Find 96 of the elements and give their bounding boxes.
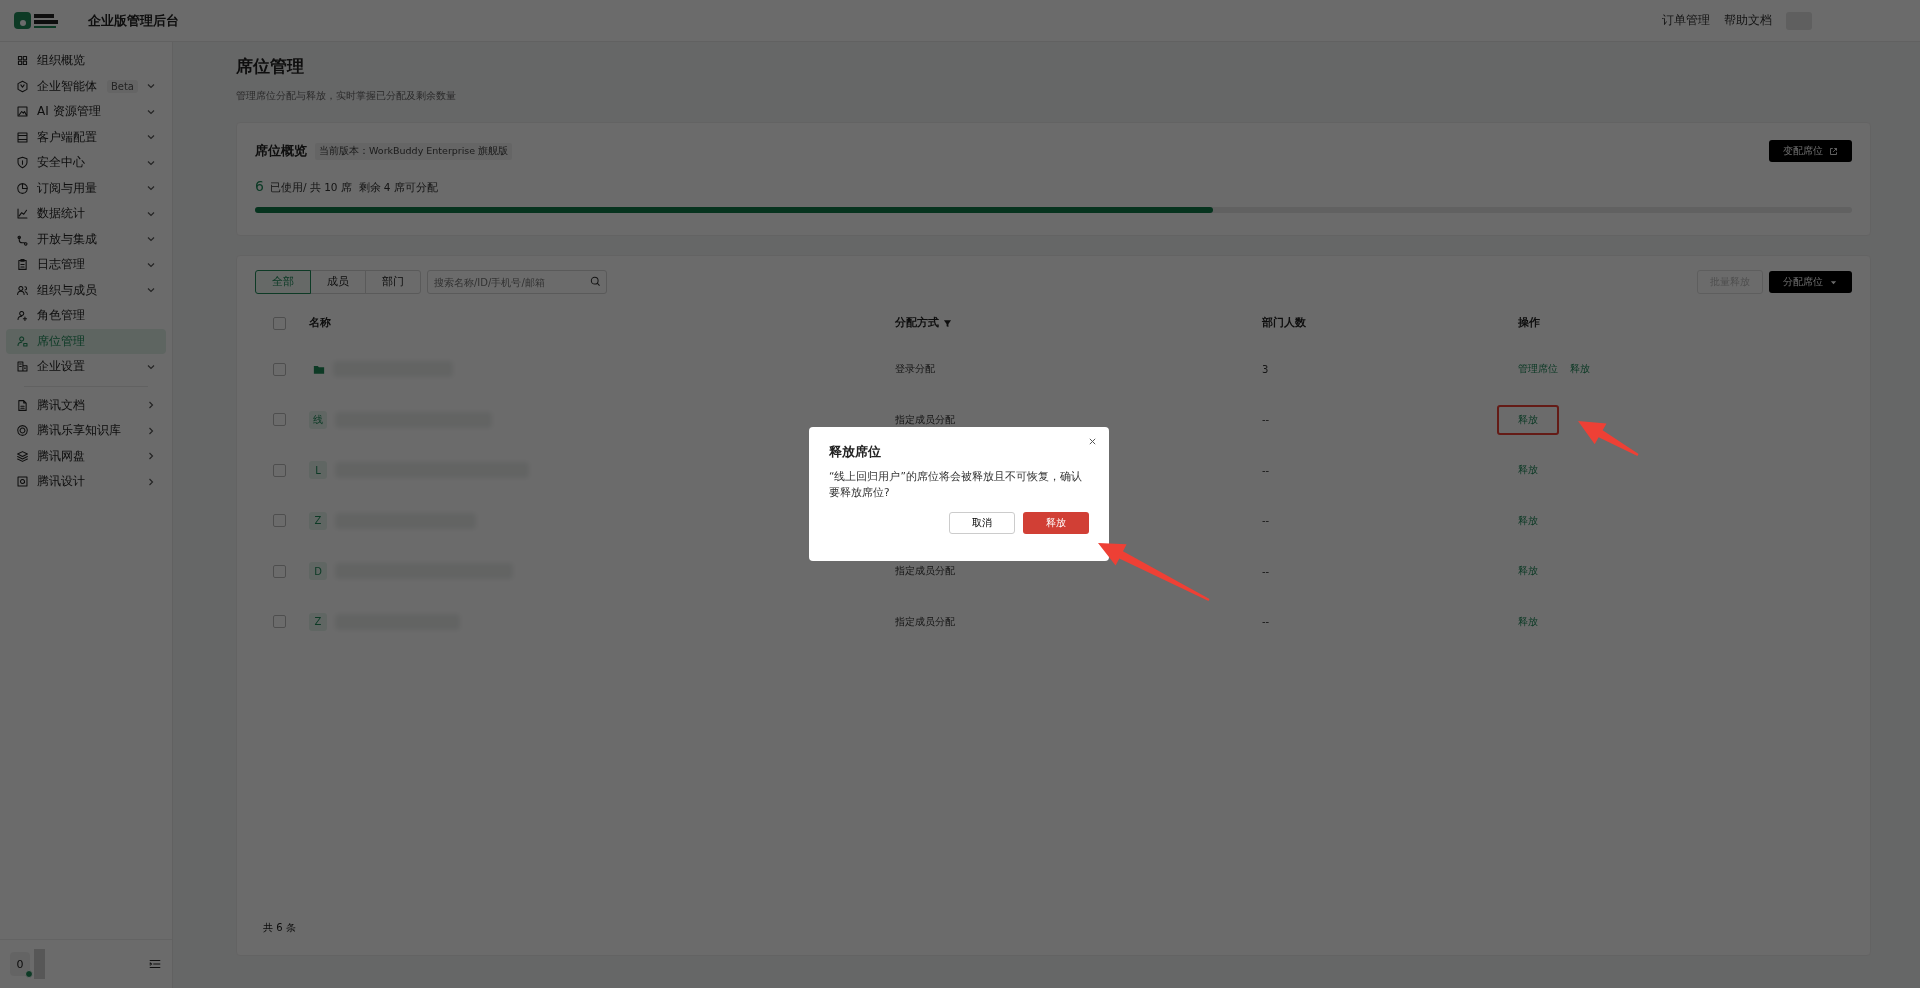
checkbox[interactable] — [272, 316, 286, 330]
sidebar-item[interactable]: AI 资源管理 — [6, 99, 166, 125]
table-cell: -- — [1262, 565, 1270, 577]
hexagon-icon — [16, 79, 29, 93]
dialog-message: “线上回归用户”的席位将会被释放且不可恢复，确认要释放席位? — [829, 469, 1083, 500]
at-sign-icon — [16, 475, 29, 489]
sidebar-item[interactable]: 腾讯网盘 — [6, 443, 166, 469]
filter-icon[interactable] — [943, 318, 952, 328]
column-header: 操作 — [1518, 316, 1540, 330]
users-icon — [16, 283, 29, 297]
table-cell: -- — [1262, 616, 1270, 628]
table-cell: 指定成员分配 — [895, 412, 955, 427]
table-cell: -- — [1262, 464, 1270, 476]
sidebar-item[interactable]: 安全中心 — [6, 150, 166, 176]
checkbox[interactable] — [272, 564, 286, 578]
sidebar-item[interactable]: 企业智能体 Beta — [6, 73, 166, 99]
external-link-icon — [1829, 146, 1838, 156]
column-header: 名称 — [309, 316, 331, 330]
checkbox[interactable] — [272, 463, 286, 477]
sidebar-item[interactable]: 席位管理 — [6, 328, 166, 354]
close-icon[interactable] — [1088, 437, 1097, 446]
action-link[interactable]: 释放 — [1518, 514, 1538, 526]
menu-icon[interactable] — [148, 957, 162, 971]
folder-icon — [313, 363, 325, 375]
name-avatar: D — [309, 562, 327, 581]
action-link[interactable]: 释放 — [1497, 404, 1559, 435]
window-icon — [16, 130, 29, 144]
chart-icon — [16, 207, 29, 221]
dialog-title: 释放席位 — [829, 443, 882, 461]
change-seats-button[interactable]: 变配席位 — [1769, 140, 1852, 162]
column-header: 部门人数 — [1262, 316, 1306, 330]
sidebar-item[interactable]: 角色管理 — [6, 303, 166, 329]
checkbox[interactable] — [272, 615, 286, 629]
filter-tab[interactable]: 全部 — [255, 270, 311, 294]
chevron-right-icon — [146, 451, 156, 462]
sidebar-item[interactable]: 腾讯乐享知识库 — [6, 418, 166, 444]
checkbox[interactable] — [272, 514, 286, 528]
action-link[interactable]: 释放 — [1518, 464, 1538, 476]
sidebar-item[interactable]: 腾讯文档 — [6, 392, 166, 418]
sidebar-item[interactable]: 组织概览 — [6, 48, 166, 74]
total-count: 共 6 条 — [263, 922, 296, 933]
name-avatar: Z — [309, 511, 327, 530]
cancel-button[interactable]: 取消 — [949, 512, 1015, 534]
header-link[interactable]: 帮助文档 — [1724, 12, 1772, 29]
user-seat-icon — [16, 334, 29, 348]
layers-icon — [16, 449, 29, 463]
table-cell: 指定成员分配 — [895, 614, 955, 629]
sidebar-item[interactable]: 企业设置 — [6, 354, 166, 380]
column-header: 分配方式 — [895, 316, 939, 330]
name-avatar: 线 — [309, 410, 327, 429]
sidebar-item[interactable]: 日志管理 — [6, 252, 166, 278]
name-avatar: L — [309, 461, 327, 480]
chevron-right-icon — [146, 400, 156, 411]
action-link[interactable]: 释放 — [1518, 565, 1538, 577]
release-button[interactable]: 释放 — [1023, 512, 1089, 534]
action-link[interactable]: 释放 — [1518, 615, 1538, 627]
table-cell: -- — [1262, 414, 1270, 426]
clock-icon — [16, 181, 29, 195]
table-cell: 3 — [1262, 363, 1269, 375]
version-tag: 当前版本：WorkBuddy Enterprise 旗舰版 — [315, 142, 513, 160]
table-cell: 登录分配 — [895, 362, 935, 377]
header-link[interactable]: 订单管理 — [1662, 12, 1710, 29]
name-avatar: Z — [309, 612, 327, 631]
used-count: 6 — [255, 178, 264, 194]
app-title: 企业版管理后台 — [88, 11, 179, 30]
user-avatar[interactable]: 0 — [10, 952, 30, 976]
table-cell: 指定成员分配 — [895, 564, 955, 579]
checkbox[interactable] — [272, 413, 286, 427]
image-icon — [16, 105, 29, 119]
shield-icon — [16, 156, 29, 170]
search-icon — [590, 276, 601, 287]
sidebar-item[interactable]: 订阅与用量 — [6, 175, 166, 201]
usage-text: 已使用/ 共 10 席 剩余 4 席可分配 — [269, 181, 438, 195]
document-icon — [16, 398, 29, 412]
sidebar-item[interactable]: 客户端配置 — [6, 124, 166, 150]
action-link[interactable]: 释放 — [1570, 363, 1590, 375]
sidebar-item[interactable]: 组织与成员 — [6, 277, 166, 303]
filter-tab[interactable]: 成员 — [310, 270, 366, 294]
filter-tab[interactable]: 部门 — [365, 270, 421, 294]
action-link[interactable]: 管理席位 — [1518, 363, 1558, 375]
sidebar-item[interactable]: 开放与集成 — [6, 226, 166, 252]
grid-icon — [16, 54, 29, 68]
checkbox[interactable] — [272, 362, 286, 376]
user-plus-icon — [16, 309, 29, 323]
beta-badge: Beta — [106, 79, 138, 93]
sidebar-item[interactable]: 腾讯设计 — [6, 469, 166, 495]
section-title: 席位概览 — [255, 142, 307, 160]
building-icon — [16, 360, 29, 374]
assign-seats-button[interactable]: 分配席位 — [1769, 271, 1852, 293]
sidebar-item[interactable]: 数据统计 — [6, 201, 166, 227]
clipboard-icon — [16, 258, 29, 272]
page-title: 席位管理 — [236, 55, 305, 78]
chevron-right-icon — [146, 476, 156, 487]
annotation-arrow — [1578, 421, 1639, 456]
table-cell: -- — [1262, 515, 1270, 527]
chevron-right-icon — [146, 425, 156, 436]
